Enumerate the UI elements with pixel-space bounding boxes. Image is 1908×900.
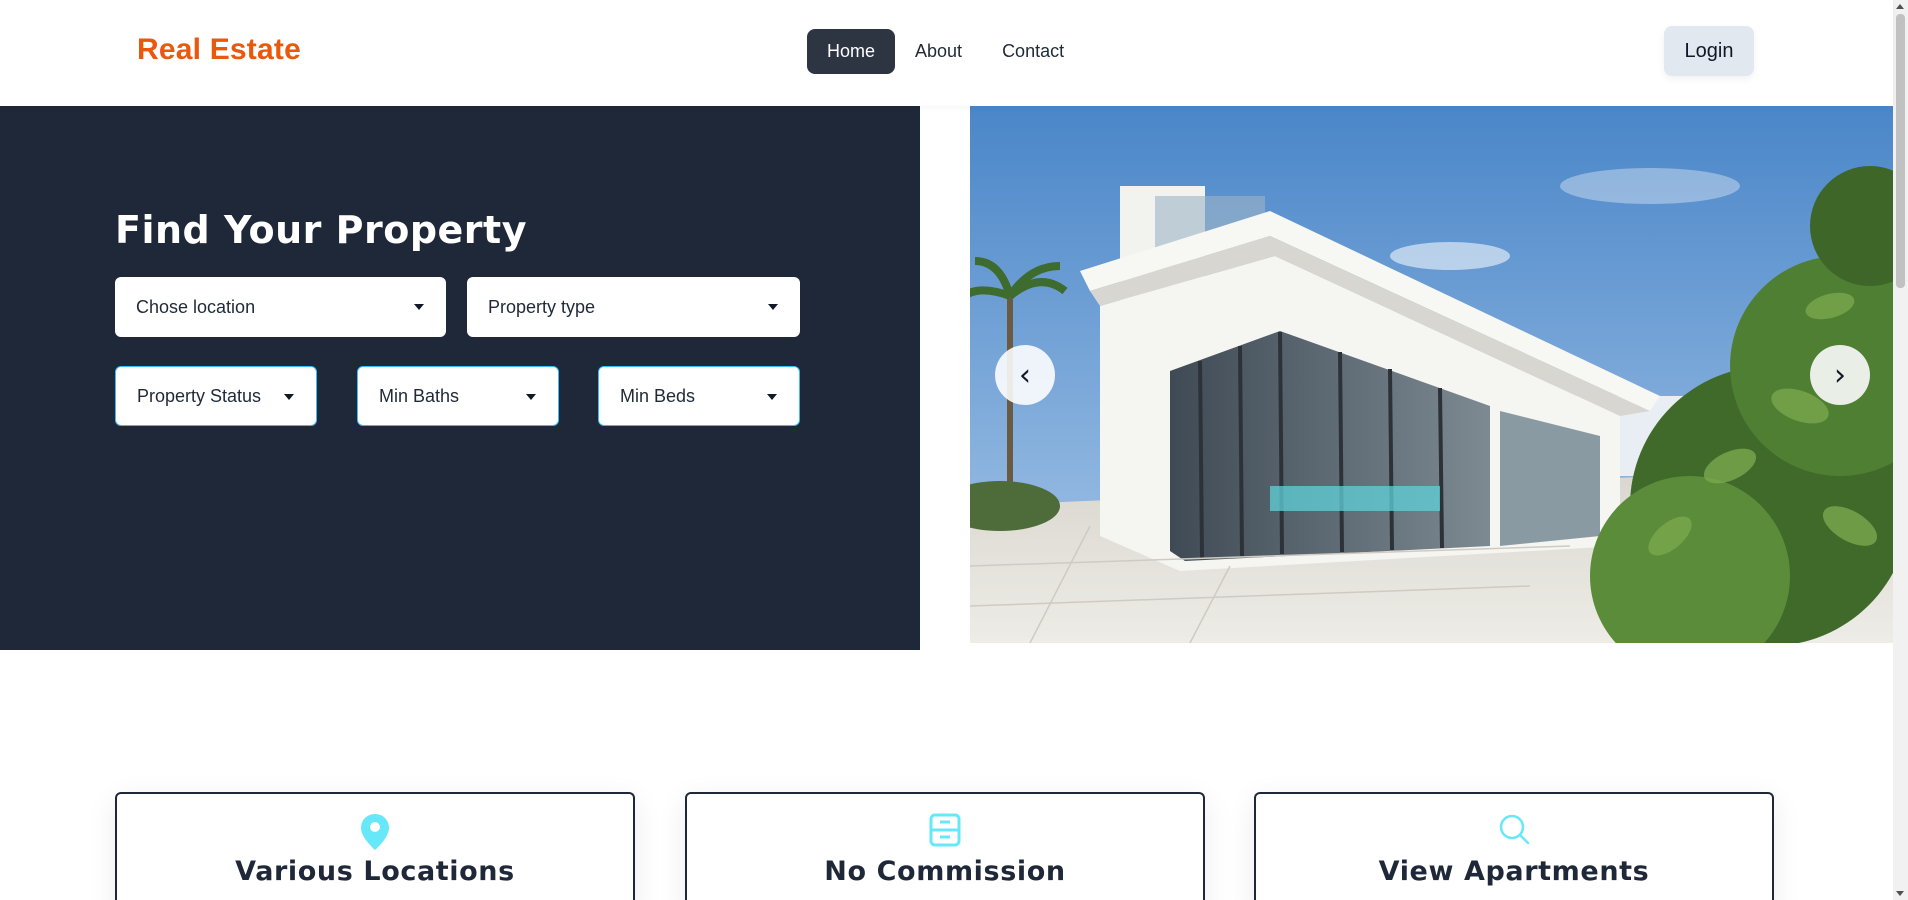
- scrollbar-thumb[interactable]: [1896, 14, 1905, 288]
- scroll-down-icon[interactable]: [1896, 891, 1904, 896]
- property-status-select[interactable]: Property Status: [115, 366, 317, 426]
- brand-logo[interactable]: Real Estate: [137, 33, 301, 67]
- feature-card-locations: Various Locations: [115, 792, 635, 900]
- min-baths-select[interactable]: Min Baths: [357, 366, 559, 426]
- login-button[interactable]: Login: [1664, 26, 1754, 76]
- nav-home-link[interactable]: Home: [807, 29, 896, 74]
- min-beds-select-value: Min Beds: [620, 385, 696, 406]
- min-beds-select[interactable]: Min Beds: [598, 366, 800, 426]
- property-type-select-value: Property type: [488, 296, 596, 317]
- search-icon: [1497, 813, 1531, 853]
- page-scrollbar[interactable]: [1893, 0, 1908, 900]
- navbar: Real Estate Home About Contact Login: [0, 0, 1893, 106]
- carousel-prev-button[interactable]: ‹: [995, 345, 1055, 405]
- property-status-select-value: Property Status: [137, 385, 262, 406]
- feature-title: Various Locations: [235, 856, 515, 887]
- carousel-next-button[interactable]: ›: [1810, 345, 1870, 405]
- main-nav: Home About Contact: [807, 29, 1084, 74]
- caret-down-icon: [526, 394, 536, 400]
- location-select[interactable]: Chose location: [115, 277, 446, 337]
- caret-down-icon: [767, 394, 777, 400]
- feature-card-apartments: View Apartments: [1254, 792, 1774, 900]
- nav-contact-link[interactable]: Contact: [982, 29, 1084, 74]
- map-pin-icon: [358, 813, 392, 853]
- feature-card-commission: No Commission: [685, 792, 1205, 900]
- cabinet-icon: [928, 813, 962, 853]
- scroll-up-icon[interactable]: [1896, 4, 1904, 9]
- caret-down-icon: [284, 394, 294, 400]
- caret-down-icon: [768, 304, 778, 310]
- nav-about-link[interactable]: About: [895, 29, 982, 74]
- caret-down-icon: [414, 304, 424, 310]
- property-photo: [970, 106, 1893, 643]
- location-select-value: Chose location: [136, 296, 256, 317]
- feature-title: No Commission: [824, 856, 1066, 887]
- min-baths-select-value: Min Baths: [379, 385, 460, 406]
- hero-search-panel: Find Your Property Chose location Proper…: [0, 106, 920, 650]
- property-carousel: ‹ ›: [970, 106, 1893, 643]
- property-type-select[interactable]: Property type: [467, 277, 800, 337]
- feature-title: View Apartments: [1378, 856, 1650, 887]
- hero-title: Find Your Property: [115, 208, 527, 252]
